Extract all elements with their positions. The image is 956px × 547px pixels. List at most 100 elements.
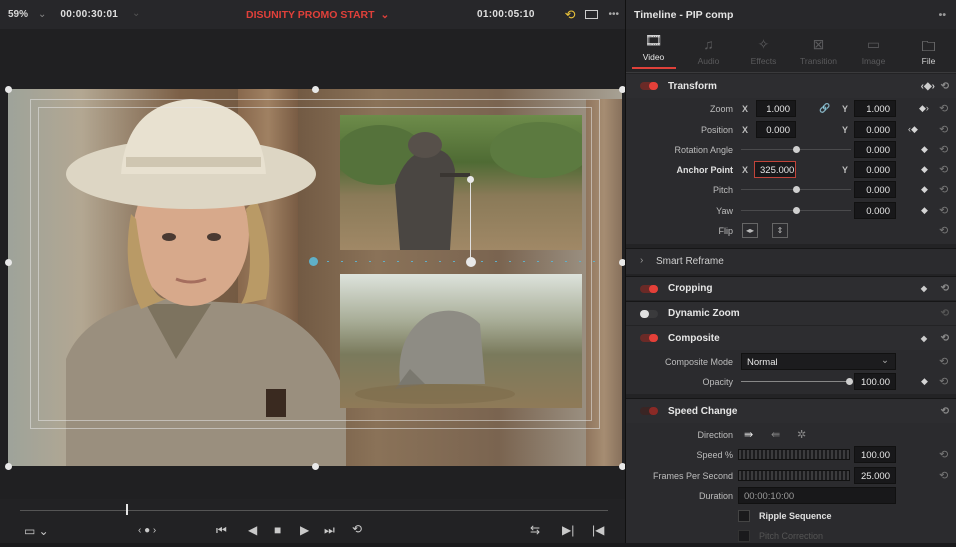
opacity-slider[interactable] — [741, 381, 851, 382]
speed-slider[interactable] — [738, 449, 850, 460]
play-icon[interactable]: ▶ — [300, 523, 309, 537]
reset-icon[interactable]: ⟲ — [939, 224, 948, 237]
play-reverse-icon[interactable]: ◀ — [248, 523, 257, 537]
zoom-y-field[interactable]: 1.000 — [854, 100, 896, 117]
position-x-field[interactable]: 0.000 — [756, 121, 796, 138]
fps-field[interactable]: 25.000 — [854, 467, 896, 484]
speed-change-toggle[interactable] — [640, 407, 658, 415]
composite-header[interactable]: Composite ◆ ⟲ — [626, 326, 956, 350]
keyframe-icon[interactable]: ◆ — [921, 184, 928, 195]
center-handle[interactable] — [309, 257, 318, 266]
stop-icon[interactable]: ■ — [274, 523, 281, 537]
transform-handle-top[interactable] — [312, 86, 319, 93]
slider-knob[interactable] — [846, 378, 853, 385]
tab-image[interactable]: ▭ Image — [846, 29, 901, 72]
viewer-mode-icon[interactable] — [585, 10, 599, 19]
reset-icon[interactable]: ⟲ — [939, 163, 948, 176]
tab-file[interactable]: 🗀 File — [901, 29, 956, 72]
reset-icon[interactable]: ⟲ — [939, 123, 948, 136]
pitch-correction-checkbox[interactable] — [738, 530, 750, 542]
chevron-down-icon[interactable]: ⌄ — [132, 8, 140, 19]
cropping-toggle[interactable] — [640, 284, 658, 293]
position-y-field[interactable]: 0.000 — [854, 121, 896, 138]
keyframe-icon[interactable]: ◆ — [921, 334, 927, 343]
speed-change-header[interactable]: Speed Change ⟲ — [626, 399, 956, 423]
scrubber-track[interactable] — [20, 510, 608, 511]
reset-icon[interactable]: ⟲ — [939, 183, 948, 196]
next-edit-icon[interactable]: ▶| — [562, 523, 574, 537]
go-to-end-icon[interactable]: ⏭ — [324, 523, 335, 538]
tab-transition[interactable]: ⊠ Transition — [791, 29, 846, 72]
reset-icon[interactable]: ⟲ — [941, 333, 949, 344]
freeze-frame-icon[interactable]: ✲ — [797, 428, 806, 441]
loop-icon[interactable]: ⟲ — [352, 522, 362, 536]
match-frame-icon[interactable]: ⇆ — [530, 523, 540, 537]
transform-header[interactable]: Transform ‹◆› ⟲ — [626, 74, 956, 98]
go-to-start-icon[interactable]: ⏮ — [216, 523, 227, 538]
reset-icon[interactable]: ⟲ — [939, 355, 948, 368]
tab-effects[interactable]: ✧ Effects — [736, 29, 791, 72]
anchor-point-handle[interactable] — [466, 257, 476, 267]
playhead[interactable] — [125, 504, 128, 515]
reset-icon[interactable]: ⟲ — [941, 81, 949, 92]
keyframe-nav-icon[interactable]: ‹ ● › — [138, 525, 156, 536]
slider-knob[interactable] — [793, 207, 800, 214]
more-options-icon[interactable]: •• — [939, 9, 946, 21]
reset-icon[interactable]: ⟲ — [941, 406, 949, 417]
slider-knob[interactable] — [793, 146, 800, 153]
transform-toggle[interactable] — [640, 82, 658, 90]
composite-toggle[interactable] — [640, 334, 658, 342]
keyframe-icon[interactable]: ◆ — [921, 144, 928, 155]
ripple-checkbox[interactable] — [738, 510, 750, 522]
dynamic-zoom-toggle[interactable] — [640, 309, 658, 318]
slider-knob[interactable] — [793, 186, 800, 193]
video-frame[interactable] — [8, 89, 622, 466]
duration-field[interactable]: 00:00:10:00 — [738, 487, 896, 504]
keyframe-icon[interactable]: ◆ — [921, 284, 927, 293]
transform-handle-bl[interactable] — [5, 463, 12, 470]
prev-edit-icon[interactable]: |◀ — [592, 523, 604, 537]
transform-tool-icon[interactable]: ▭ ⌄ — [24, 524, 49, 538]
reset-icon[interactable]: ⟲ — [939, 204, 948, 217]
reset-icon[interactable]: ⟲ — [939, 102, 948, 115]
transform-handle-tl[interactable] — [5, 86, 12, 93]
keyframe-icon[interactable]: ◆ — [921, 164, 928, 175]
reset-icon[interactable]: ⟲ — [941, 308, 949, 319]
anchor-x-field[interactable]: 325.000 — [754, 161, 796, 178]
cropping-header[interactable]: Cropping ◆ ⟲ — [626, 276, 956, 300]
reset-icon[interactable]: ⟲ — [941, 283, 949, 294]
keyframe-icon[interactable]: ◆ — [921, 376, 928, 387]
more-options-icon[interactable]: ••• — [608, 9, 619, 20]
fps-slider[interactable] — [738, 470, 850, 481]
keyframe-icon[interactable]: ◆ — [921, 205, 928, 216]
composite-mode-select[interactable]: Normal ⌄ — [741, 353, 896, 370]
color-picker-icon[interactable]: ⟲ — [565, 7, 576, 23]
forward-icon[interactable]: ⇛ — [744, 428, 753, 441]
rotation-field[interactable]: 0.000 — [854, 141, 896, 158]
tab-audio[interactable]: ♫ Audio — [681, 29, 736, 72]
smart-reframe-section[interactable]: › Smart Reframe — [626, 248, 956, 274]
anchor-handle[interactable] — [467, 176, 474, 183]
reset-icon[interactable]: ⟲ — [939, 375, 948, 388]
dynamic-zoom-header[interactable]: Dynamic Zoom ⟲ — [626, 301, 956, 325]
speed-field[interactable]: 100.00 — [854, 446, 896, 463]
flip-horizontal-icon[interactable]: ◂▸ — [742, 223, 758, 238]
reset-icon[interactable]: ⟲ — [939, 448, 948, 461]
clip-name-dropdown[interactable]: DISUNITY PROMO START ⌄ — [246, 9, 389, 21]
link-icon[interactable]: 🔗 — [819, 103, 830, 114]
zoom-x-field[interactable]: 1.000 — [756, 100, 796, 117]
transform-handle-bottom[interactable] — [312, 463, 319, 470]
opacity-field[interactable]: 100.00 — [854, 373, 896, 390]
flip-vertical-icon[interactable]: ⇕ — [772, 223, 788, 238]
zoom-dropdown[interactable]: 59% ⌄ — [0, 0, 54, 29]
pitch-field[interactable]: 0.000 — [854, 181, 896, 198]
reverse-icon[interactable]: ⇚ — [771, 428, 780, 441]
anchor-y-field[interactable]: 0.000 — [854, 161, 896, 178]
yaw-field[interactable]: 0.000 — [854, 202, 896, 219]
tab-video[interactable]: 🎞 Video — [626, 29, 681, 72]
transform-handle-left[interactable] — [5, 259, 12, 266]
keyframe-nav-icon[interactable]: ‹◆› — [921, 81, 935, 92]
keyframe-icon[interactable]: ‹◆ — [908, 124, 918, 135]
reset-icon[interactable]: ⟲ — [939, 469, 948, 482]
reset-icon[interactable]: ⟲ — [939, 143, 948, 156]
